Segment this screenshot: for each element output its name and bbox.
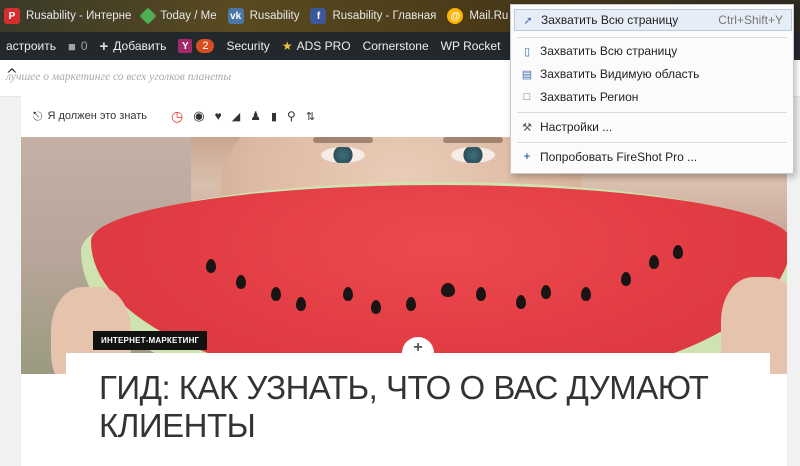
menu-item-label: Захватить Регион <box>540 90 639 104</box>
mailru-icon: @ <box>447 8 464 24</box>
menu-item-label: Захватить Всю страницу <box>541 13 679 27</box>
adminbar-customize[interactable]: астроить <box>0 32 62 60</box>
headphones-icon: ⎋ <box>33 108 43 123</box>
bookmark-today-me[interactable]: Today / Me <box>138 0 223 32</box>
watermelon-seed <box>206 259 216 273</box>
yoast-icon: Y <box>178 39 193 53</box>
must-know-button[interactable]: ⎋ Я должен это знать <box>33 109 147 124</box>
bookmark-rusability-fb[interactable]: f Rusability - Главная <box>306 0 443 32</box>
hero-brow-right <box>443 137 503 143</box>
watermelon-seed <box>371 300 381 314</box>
menu-item-capture-visible[interactable]: ▤ Захватить Видимую область <box>514 64 790 84</box>
watermelon-seed <box>621 272 631 286</box>
menu-item-capture-full-page[interactable]: ▯ Захватить Всю страницу <box>514 41 790 61</box>
heart-icon[interactable]: ♥ <box>215 109 222 123</box>
eye-icon[interactable]: ◉ <box>193 108 204 124</box>
menu-separator <box>517 112 787 113</box>
hero-eye-right <box>451 147 495 163</box>
watermelon-seed <box>271 287 281 301</box>
adminbar-add-new[interactable]: + Добавить <box>94 32 173 60</box>
post-title[interactable]: ГИД: КАК УЗНАТЬ, ЧТО О ВАС ДУМАЮТ КЛИЕНТ… <box>99 369 770 445</box>
watermelon-seed <box>649 255 659 269</box>
adminbar-yoast[interactable]: Y 2 <box>172 32 220 60</box>
watermelon-seed <box>296 297 306 311</box>
settings-icon: ⚒ <box>522 121 532 134</box>
bookmark-rusability-vk[interactable]: vk Rusability <box>224 0 307 32</box>
menu-item-label: Захватить Всю страницу <box>540 44 678 58</box>
signal-icon[interactable]: ◢ <box>232 110 240 123</box>
adminbar-ads-pro[interactable]: ★ ADS PRO <box>276 32 357 60</box>
plus-icon: + <box>523 151 531 163</box>
comment-icon: ■ <box>67 38 76 54</box>
watermelon-seed <box>673 245 683 259</box>
facebook-icon: f <box>310 8 327 24</box>
wp-rocket-label: WP Rocket <box>440 39 501 53</box>
watermelon-seed <box>343 287 353 301</box>
bookmark-rusability-internet[interactable]: P Rusability - Интерне <box>0 0 138 32</box>
vk-icon: vk <box>227 8 244 24</box>
post-title-box: ГИД: КАК УЗНАТЬ, ЧТО О ВАС ДУМАЮТ КЛИЕНТ… <box>66 353 770 466</box>
menu-item-capture-region[interactable]: □ Захватить Регион <box>514 87 790 107</box>
security-label: Security <box>226 39 270 53</box>
users-icon[interactable]: ♟ <box>250 109 261 123</box>
trophy-icon[interactable]: ⚲ <box>287 109 296 123</box>
watermelon-seed <box>441 283 455 297</box>
fireshot-menu: ➚ Захватить Всю страницу Ctrl+Shift+Y ▯ … <box>510 4 794 174</box>
adminbar-comments[interactable]: ■ 0 <box>62 32 94 60</box>
watermelon-seed <box>406 297 416 311</box>
adminbar-wp-rocket[interactable]: WP Rocket <box>435 32 507 60</box>
plus-icon: + <box>99 37 109 55</box>
watermelon-seed <box>236 275 246 289</box>
menu-item-capture-full-page-shortcut[interactable]: ➚ Захватить Всю страницу Ctrl+Shift+Y <box>514 9 792 31</box>
bookmark-label: Rusability - Интерне <box>26 10 132 22</box>
add-label: Добавить <box>113 39 167 53</box>
category-tag[interactable]: ИНТЕРНЕТ-МАРКЕТИНГ <box>93 331 208 350</box>
post-actions-bar: ⎋ Я должен это знать ◷ ◉ ♥ ◢ ♟ ▮ ⚲ ⇅ <box>33 106 325 126</box>
menu-item-settings[interactable]: ⚒ Настройки ... <box>514 117 790 137</box>
ads-pro-label: ADS PRO <box>296 39 351 53</box>
bookmark-label: Rusability - Главная <box>332 10 437 22</box>
menu-separator <box>517 142 787 143</box>
star-icon: ★ <box>281 39 293 53</box>
bookmark-label: Mail.Ru <box>469 10 509 22</box>
must-know-label: Я должен это знать <box>47 110 148 122</box>
watermelon-seed <box>516 295 526 309</box>
watermelon-seed <box>476 287 486 301</box>
bookmark-mailru[interactable]: @ Mail.Ru <box>443 0 515 32</box>
menu-item-try-pro[interactable]: + Попробовать FireShot Pro ... <box>514 147 790 167</box>
menu-item-label: Захватить Видимую область <box>540 67 700 81</box>
cornerstone-label: Cornerstone <box>362 39 429 53</box>
pinterest-like-icon: P <box>4 8 20 24</box>
comment-icon[interactable]: ▮ <box>271 110 277 123</box>
feedly-icon <box>139 7 157 25</box>
watermelon-seed <box>581 287 591 301</box>
sort-alpha-icon[interactable]: ⇅ <box>306 110 315 123</box>
bookmark-label: Rusability <box>249 10 300 22</box>
capture-icon: ➚ <box>523 14 533 27</box>
customize-label: астроить <box>6 39 56 53</box>
expand-plus-button[interactable]: + <box>402 337 434 361</box>
menu-item-label: Настройки ... <box>540 120 613 134</box>
page-icon: ▯ <box>523 45 531 58</box>
clock-icon[interactable]: ◷ <box>171 108 183 125</box>
region-icon: □ <box>523 91 531 103</box>
menu-item-shortcut: Ctrl+Shift+Y <box>718 13 783 27</box>
adminbar-security[interactable]: Security <box>220 32 275 60</box>
menu-separator <box>517 37 787 38</box>
visible-area-icon: ▤ <box>521 68 533 81</box>
bookmark-label: Today / Me <box>160 10 217 22</box>
yoast-badge: 2 <box>196 39 215 53</box>
watermelon-seed <box>541 285 551 299</box>
hero-eye-left <box>321 147 365 163</box>
menu-item-label: Попробовать FireShot Pro ... <box>540 150 698 164</box>
hero-brow-left <box>313 137 373 143</box>
adminbar-cornerstone[interactable]: Cornerstone <box>357 32 435 60</box>
comments-count: 0 <box>80 39 88 53</box>
